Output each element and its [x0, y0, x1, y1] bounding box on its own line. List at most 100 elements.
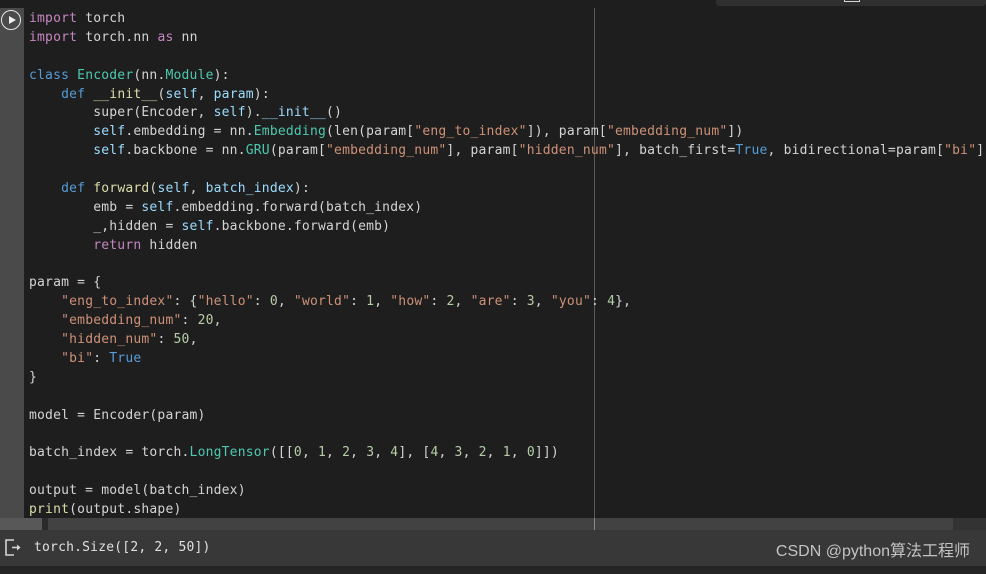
code-token: __init__ — [93, 86, 158, 102]
code-token: , — [374, 294, 391, 310]
code-token: "bi" — [944, 143, 977, 159]
code-token: "embedding_num" — [61, 313, 182, 329]
code-token: self — [213, 105, 246, 121]
code-token: "are" — [470, 294, 511, 310]
code-token: , — [486, 445, 503, 461]
code-token: "embedding_num" — [326, 143, 447, 159]
code-token: param — [213, 86, 254, 102]
code-token: }, — [615, 294, 632, 310]
code-token: LongTensor — [189, 445, 270, 461]
code-line: import torch — [29, 10, 986, 29]
code-token: return — [93, 237, 142, 253]
code-token: (nn. — [133, 67, 166, 83]
code-token: , — [189, 181, 206, 197]
code-token: nn — [173, 29, 198, 45]
horizontal-scrollbar[interactable] — [0, 518, 986, 530]
code-token: ]), param[ — [526, 124, 607, 140]
code-token: GRU — [245, 143, 270, 159]
source-code[interactable]: import torch import torch.nn as nn class … — [24, 8, 986, 518]
code-token: , bidirectional=param[ — [767, 143, 945, 159]
code-token: ]) — [976, 143, 986, 159]
code-token: ]) — [727, 124, 744, 140]
code-token: batch_index — [205, 181, 294, 197]
code-token: , — [213, 313, 222, 329]
cell-gutter — [0, 8, 24, 518]
code-token: 3 — [454, 445, 463, 461]
code-token: param = { — [29, 275, 102, 291]
code-line: model = Encoder(param) — [29, 407, 986, 426]
code-token: ): — [293, 181, 310, 197]
code-token: 2 — [478, 445, 487, 461]
code-token: 0 — [269, 294, 278, 310]
code-token: "embedding_num" — [606, 124, 728, 140]
code-token: .backbone.forward(emb) — [213, 218, 391, 234]
code-token: __init__ — [261, 105, 327, 121]
code-token: .embedding.forward(batch_index) — [173, 199, 423, 215]
code-line: self.embedding = nn.Embedding(len(param[… — [29, 123, 986, 142]
code-token: True — [109, 351, 142, 367]
code-token: "how" — [390, 294, 431, 310]
code-token: : — [93, 351, 110, 367]
code-token: , — [462, 445, 479, 461]
output-text: torch.Size([2, 2, 50]) — [34, 540, 211, 555]
code-token: () — [326, 105, 343, 121]
code-line: _,hidden = self.backbone.forward(emb) — [29, 218, 986, 237]
code-token: def — [61, 86, 86, 102]
cell-output-pane: torch.Size([2, 2, 50]) CSDN @python算法工程师 — [0, 530, 986, 566]
code-token: ], [ — [398, 445, 431, 461]
code-token: def — [61, 181, 86, 197]
code-line: self.backbone = nn.GRU(param["embedding_… — [29, 142, 986, 161]
code-editor-window: import torch import torch.nn as nn class … — [0, 0, 986, 574]
code-token: , — [454, 294, 471, 310]
code-token: self — [181, 218, 214, 234]
code-token: torch.nn — [77, 29, 158, 45]
rectangle-icon[interactable] — [844, 0, 860, 2]
run-cell-button[interactable] — [1, 10, 21, 30]
code-token: 0 — [526, 445, 535, 461]
code-token: 1 — [366, 294, 375, 310]
code-token: self — [93, 124, 126, 140]
code-token: class — [29, 67, 70, 83]
code-line: class Encoder(nn.Module): — [29, 67, 986, 86]
scrollbar-gutter-pad — [0, 518, 42, 530]
code-token: ): — [253, 86, 270, 102]
code-token: 20 — [197, 313, 214, 329]
code-token: "world" — [293, 294, 351, 310]
code-token: Embedding — [253, 124, 327, 140]
code-token: ). — [245, 105, 262, 121]
code-token: : — [510, 294, 527, 310]
code-token: : — [157, 332, 174, 348]
code-token: ], param[ — [446, 143, 519, 159]
code-token: self — [157, 181, 190, 197]
code-token: Encoder — [77, 67, 134, 83]
code-token: hidden — [141, 237, 198, 253]
code-line: def __init__(self, param): — [29, 86, 986, 105]
code-line: param = { — [29, 274, 986, 293]
code-token: "bi" — [61, 351, 94, 367]
code-line: batch_index = torch.LongTensor([[0, 1, 2… — [29, 444, 986, 463]
code-editor-area[interactable]: import torch import torch.nn as nn class … — [24, 8, 986, 518]
code-token: 50 — [173, 332, 190, 348]
scrollbar-thumb[interactable] — [48, 518, 953, 530]
watermark-label: CSDN @python算法工程师 — [775, 543, 970, 560]
code-line: import torch.nn as nn — [29, 29, 986, 48]
top-toolbar-strip — [0, 0, 986, 8]
code-token: self — [141, 199, 174, 215]
code-token: import — [29, 29, 78, 45]
bottom-strip — [0, 566, 986, 574]
code-token: , — [510, 445, 527, 461]
code-token: .embedding = nn. — [125, 124, 254, 140]
code-token: "you" — [550, 294, 591, 310]
code-token: batch_index = torch. — [29, 445, 190, 461]
code-token: 4 — [607, 294, 616, 310]
